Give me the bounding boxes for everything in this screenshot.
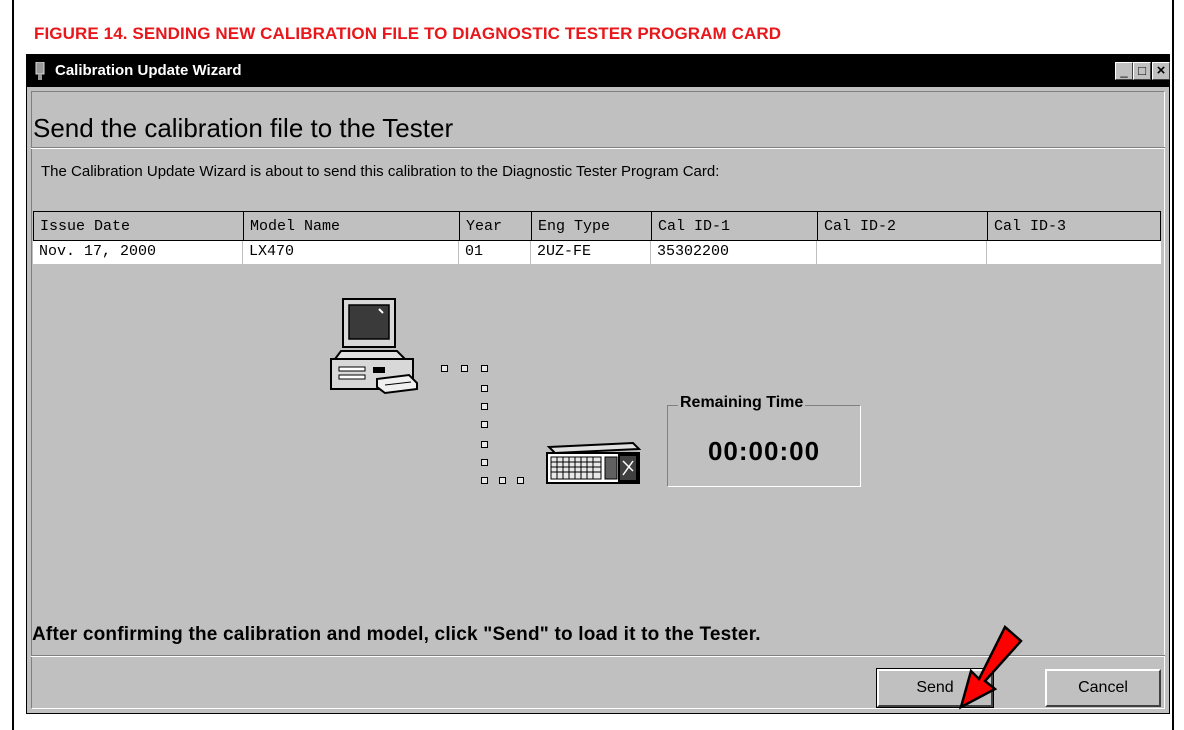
remaining-time-group: Remaining Time 00:00:00: [667, 394, 861, 487]
tester-icon: [546, 441, 642, 484]
instruction-text: After confirming the calibration and mod…: [32, 624, 761, 645]
connection-dot: [481, 421, 488, 428]
connection-dot: [481, 385, 488, 392]
cell-eng-type: 2UZ-FE: [531, 241, 651, 265]
connection-dot: [481, 365, 488, 372]
column-header-cal-id-1[interactable]: Cal ID-1: [652, 212, 818, 240]
app-icon: [35, 62, 45, 80]
table-header: Issue Date Model Name Year Eng Type Cal …: [33, 211, 1161, 241]
description-text: The Calibration Update Wizard is about t…: [41, 163, 720, 180]
column-header-cal-id-3[interactable]: Cal ID-3: [988, 212, 1160, 240]
column-header-cal-id-2[interactable]: Cal ID-2: [818, 212, 988, 240]
page-title: Send the calibration file to the Tester: [33, 113, 454, 143]
cell-cal-id-3: [987, 241, 1159, 265]
red-arrow-icon: [959, 625, 1023, 710]
column-header-year[interactable]: Year: [460, 212, 532, 240]
computer-icon: [330, 298, 418, 395]
cell-cal-id-1: 35302200: [651, 241, 817, 265]
window-title: Calibration Update Wizard: [55, 62, 242, 79]
column-header-eng-type[interactable]: Eng Type: [532, 212, 652, 240]
column-header-issue-date[interactable]: Issue Date: [34, 212, 244, 240]
close-button[interactable]: ×: [1152, 62, 1170, 80]
table-body: Nov. 17, 2000 LX470 01 2UZ-FE 35302200: [33, 241, 1161, 283]
connection-dot: [481, 403, 488, 410]
cell-issue-date: Nov. 17, 2000: [33, 241, 243, 265]
table-row[interactable]: Nov. 17, 2000 LX470 01 2UZ-FE 35302200: [33, 241, 1161, 265]
wizard-window: Calibration Update Wizard _ □ × Send the…: [26, 54, 1170, 714]
calibration-table: Issue Date Model Name Year Eng Type Cal …: [33, 211, 1161, 283]
figure-caption: FIGURE 14. SENDING NEW CALIBRATION FILE …: [34, 24, 782, 43]
connection-dot: [499, 477, 506, 484]
cell-year: 01: [459, 241, 531, 265]
divider: [31, 147, 1165, 149]
connection-dot: [481, 477, 488, 484]
cell-model-name: LX470: [243, 241, 459, 265]
connection-dot: [461, 365, 468, 372]
title-bar[interactable]: Calibration Update Wizard _ □ ×: [27, 55, 1170, 87]
connection-dot: [481, 441, 488, 448]
column-header-model-name[interactable]: Model Name: [244, 212, 460, 240]
connection-dot: [481, 459, 488, 466]
minimize-button[interactable]: _: [1115, 62, 1133, 80]
connection-dot: [517, 477, 524, 484]
cancel-button[interactable]: Cancel: [1045, 669, 1161, 707]
remaining-time-label: Remaining Time: [678, 394, 806, 412]
connection-dot: [441, 365, 448, 372]
content-panel: [31, 91, 1165, 709]
maximize-button[interactable]: □: [1133, 62, 1151, 80]
remaining-time-value: 00:00:00: [707, 436, 821, 466]
cell-cal-id-2: [817, 241, 987, 265]
